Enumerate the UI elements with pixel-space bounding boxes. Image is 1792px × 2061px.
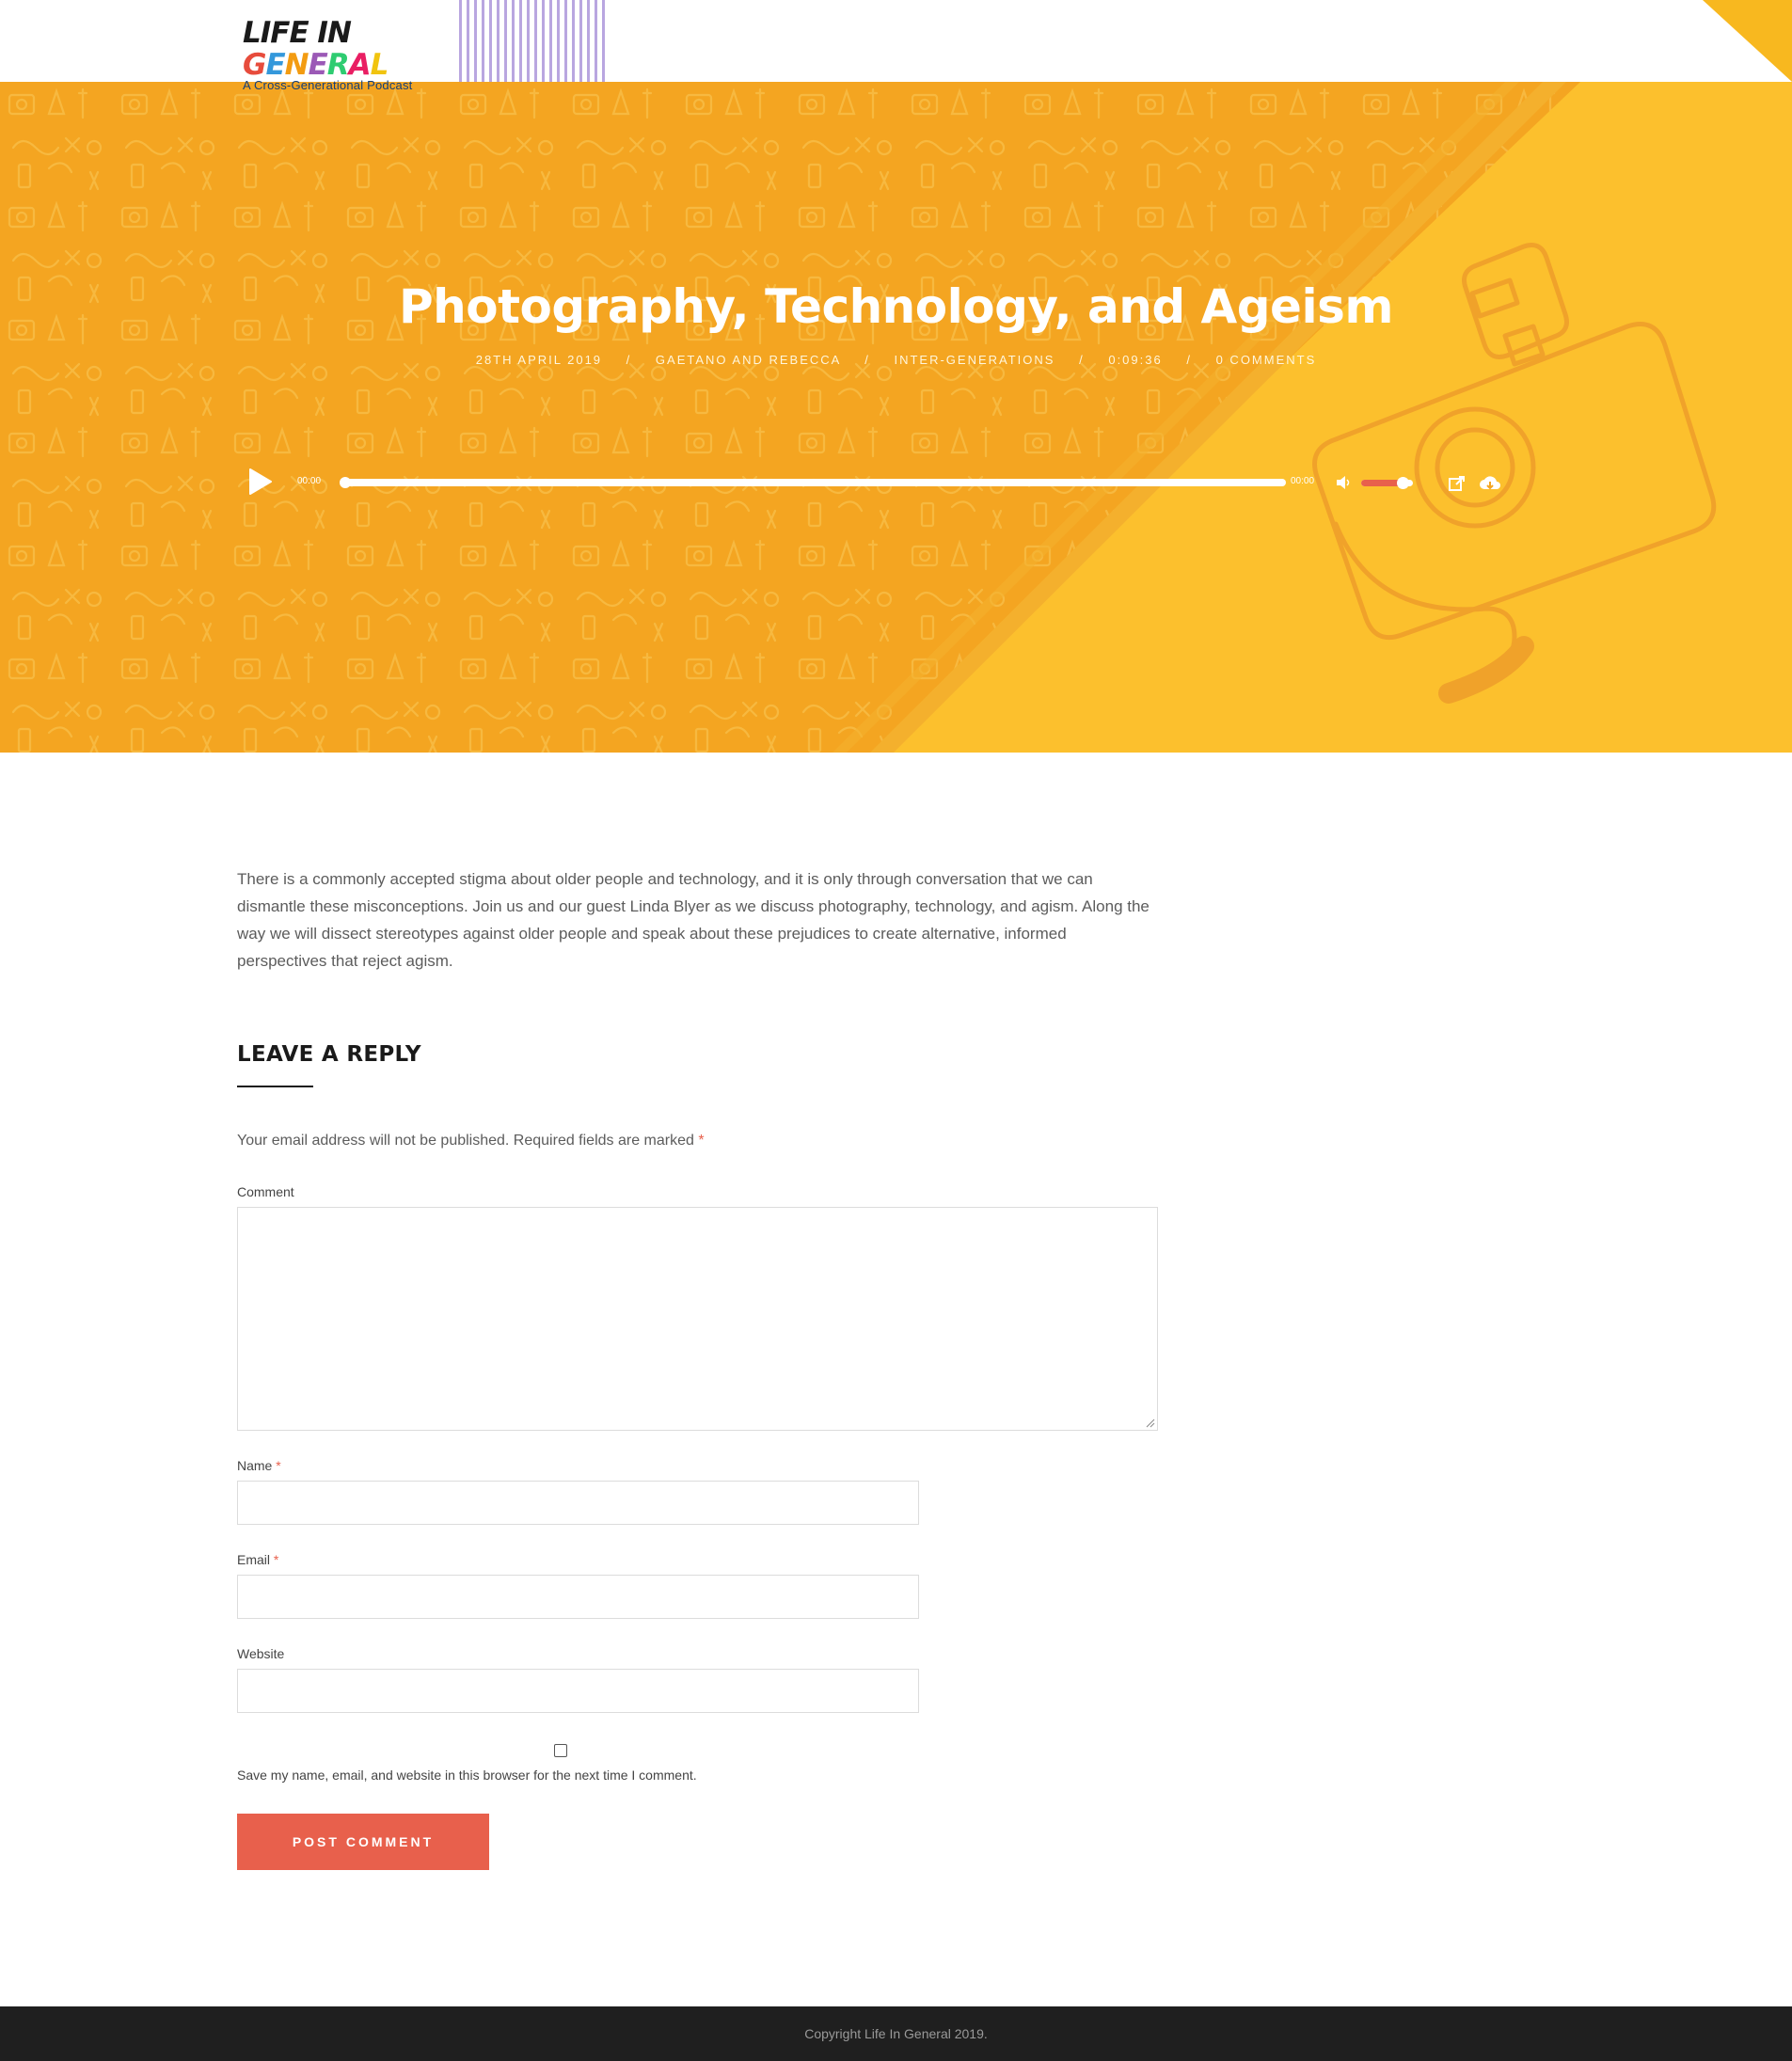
volume-slider[interactable] — [1361, 477, 1413, 489]
name-label: Name * — [237, 1458, 281, 1473]
comment-textarea[interactable] — [237, 1207, 1158, 1431]
comment-label: Comment — [237, 1184, 294, 1199]
logo-title-word: LIFE IN — [243, 16, 352, 50]
hero-banner: Photography, Technology, and Ageism 28TH… — [0, 82, 1792, 753]
site-footer: Copyright Life In General 2019. — [0, 2006, 1792, 2061]
website-label: Website — [237, 1646, 285, 1661]
episode-title: Photography, Technology, and Ageism — [399, 279, 1393, 334]
meta-comments[interactable]: 0 COMMENTS — [1216, 353, 1317, 367]
logo-title: LIFE IN GENERAL — [243, 17, 431, 81]
logo-letter: A — [348, 48, 372, 82]
name-label-text: Name — [237, 1458, 273, 1473]
reply-heading: LEAVE A REPLY — [237, 1042, 421, 1067]
copyright-text: Copyright Life In General 2019. — [804, 2026, 988, 2041]
progress-handle[interactable] — [340, 477, 351, 488]
meta-separator: / — [1186, 353, 1192, 367]
hero-background-pattern — [0, 82, 1792, 753]
save-info-label[interactable]: Save my name, email, and website in this… — [237, 1768, 697, 1783]
duration-time: 00:00 — [1291, 476, 1315, 486]
progress-bar[interactable] — [340, 477, 1286, 488]
post-content: There is a commonly accepted stigma abou… — [237, 865, 1159, 975]
logo-letter: R — [326, 48, 350, 82]
meta-separator: / — [1079, 353, 1085, 367]
site-header: LIFE IN GENERAL A Cross-Generational Pod… — [0, 0, 1792, 92]
resize-grip-icon[interactable] — [1146, 1419, 1155, 1428]
decorative-stripes — [459, 0, 605, 82]
download-cloud-icon[interactable] — [1479, 473, 1501, 494]
mute-icon[interactable] — [1335, 474, 1352, 491]
site-logo[interactable]: LIFE IN GENERAL A Cross-Generational Pod… — [243, 17, 431, 92]
meta-separator: / — [864, 353, 870, 367]
logo-letter: N — [284, 48, 309, 82]
external-link-icon[interactable] — [1448, 474, 1467, 493]
email-label: Email * — [237, 1552, 278, 1567]
logo-letter: E — [308, 48, 328, 82]
email-input[interactable] — [237, 1575, 919, 1619]
audio-player: 00:00 00:00 — [246, 463, 1507, 500]
website-input[interactable] — [237, 1669, 919, 1713]
logo-subtitle: A Cross-Generational Podcast — [243, 78, 413, 92]
meta-author[interactable]: GAETANO AND REBECCA — [656, 353, 841, 367]
save-info-checkbox[interactable] — [554, 1744, 567, 1757]
current-time: 00:00 — [297, 476, 322, 486]
name-input[interactable] — [237, 1481, 919, 1525]
meta-date[interactable]: 28TH APRIL 2019 — [476, 353, 602, 367]
required-notice-text: Your email address will not be published… — [237, 1133, 694, 1149]
meta-separator: / — [626, 353, 632, 367]
episode-description: There is a commonly accepted stigma abou… — [237, 870, 1150, 970]
email-label-text: Email — [237, 1552, 271, 1567]
required-asterisk: * — [273, 1552, 279, 1567]
logo-letter: G — [243, 48, 266, 82]
play-icon[interactable] — [246, 468, 275, 496]
meta-duration: 0:09:36 — [1108, 353, 1163, 367]
corner-triangle — [1703, 0, 1792, 82]
logo-letter: E — [265, 48, 285, 82]
heading-underline — [237, 1086, 313, 1087]
logo-letter: L — [370, 48, 389, 82]
volume-handle[interactable] — [1397, 477, 1409, 489]
required-notice: Your email address will not be published… — [237, 1133, 705, 1149]
required-asterisk: * — [276, 1458, 281, 1473]
required-asterisk: * — [698, 1133, 705, 1149]
meta-category[interactable]: INTER-GENERATIONS — [894, 353, 1055, 367]
episode-meta: 28TH APRIL 2019 / GAETANO AND REBECCA / … — [0, 353, 1792, 367]
post-comment-button[interactable]: POST COMMENT — [237, 1814, 489, 1870]
